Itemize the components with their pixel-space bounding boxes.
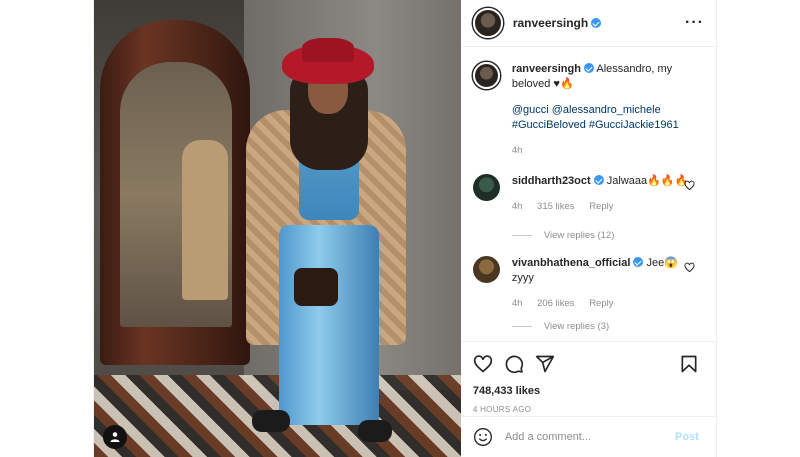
comment-like-heart-icon[interactable] (684, 180, 695, 191)
view-replies-button[interactable]: View replies (12) (511, 230, 705, 241)
caption-timestamp: 4h (511, 145, 523, 156)
comment-reply-button[interactable]: Reply (589, 298, 613, 309)
comment-likes[interactable]: 315 likes (537, 201, 575, 212)
photo-handbag (294, 268, 338, 306)
post-comment-button[interactable]: Post (675, 431, 699, 443)
add-comment-bar: Post (460, 416, 717, 457)
bookmark-icon[interactable] (679, 354, 699, 374)
caption-avatar[interactable] (472, 62, 500, 89)
comment-time: 4h (511, 201, 523, 212)
comment-icon[interactable] (504, 354, 524, 374)
caption: ranveersingh Alessandro, my beloved ♥🔥 @… (472, 62, 705, 158)
caption-username[interactable]: ranveersingh (512, 63, 581, 75)
comment-meta: 4h 315 likes Reply (512, 199, 692, 214)
comment-text: Jalwaaa🔥🔥🔥 (606, 175, 689, 187)
view-replies-button[interactable]: View replies (3) (511, 321, 705, 332)
post-side-panel: ranveersingh ··· ranveersingh Alessandro… (460, 0, 717, 457)
comment-meta: 4h 206 likes Reply (512, 296, 692, 311)
view-replies-label: View replies (3) (543, 321, 610, 332)
instagram-post: ranveersingh ··· ranveersingh Alessandro… (93, 0, 717, 457)
more-options-icon[interactable]: ··· (685, 15, 704, 31)
caption-tags[interactable]: @gucci @alessandro_michele #GucciBeloved… (512, 103, 692, 133)
comment-item: siddharth23oct Jalwaaa🔥🔥🔥 4h 315 likes R… (472, 174, 705, 214)
posted-time: 4 HOURS AGO (472, 405, 532, 414)
verified-badge-icon (583, 63, 594, 73)
caption-body: ranveersingh Alessandro, my beloved ♥🔥 @… (512, 62, 692, 158)
photo-shoe-right (358, 420, 392, 442)
post-header: ranveersingh ··· (460, 0, 716, 47)
commenter-avatar[interactable] (472, 256, 500, 283)
author-avatar[interactable] (472, 8, 503, 38)
comment-reply-button[interactable]: Reply (589, 201, 613, 212)
commenter-username[interactable]: siddharth23oct (512, 175, 591, 187)
post-photo[interactable] (94, 0, 461, 457)
photo-hat-crown (302, 38, 354, 62)
caption-time: 4h (512, 143, 692, 158)
post-actions: 748,433 likes 4 HOURS AGO (460, 341, 717, 414)
comment-body: siddharth23oct Jalwaaa🔥🔥🔥 4h 315 likes R… (512, 174, 692, 214)
emoji-icon[interactable] (473, 427, 493, 447)
comment-body: vivanbhathena_official Jee😱zyyy 4h 206 l… (512, 256, 692, 311)
action-icons (473, 352, 705, 376)
replies-divider (511, 235, 532, 236)
comment-time: 4h (511, 298, 523, 309)
verified-badge-icon (593, 175, 604, 185)
comment-like-heart-icon[interactable] (684, 262, 695, 273)
user-tag-icon (110, 432, 120, 442)
view-replies-label: View replies (12) (543, 230, 615, 241)
comments-list[interactable]: ranveersingh Alessandro, my beloved ♥🔥 @… (461, 48, 717, 338)
verified-badge-icon (591, 18, 602, 28)
heart-icon[interactable] (473, 354, 493, 374)
photo-pants (279, 225, 379, 425)
commenter-username[interactable]: vivanbhathena_official (512, 257, 631, 269)
photo-reflection (182, 140, 228, 300)
replies-divider (511, 326, 532, 327)
photo-shoe-left (252, 410, 290, 432)
verified-badge-icon (633, 257, 644, 267)
share-icon[interactable] (535, 354, 555, 374)
comment-item: vivanbhathena_official Jee😱zyyy 4h 206 l… (472, 256, 705, 311)
commenter-avatar[interactable] (472, 174, 500, 201)
likes-count[interactable]: 748,433 likes (473, 385, 705, 397)
add-comment-input[interactable] (504, 431, 665, 443)
user-tag-button[interactable] (103, 425, 127, 449)
author-username[interactable]: ranveersingh (513, 16, 588, 30)
comment-likes[interactable]: 206 likes (537, 298, 575, 309)
